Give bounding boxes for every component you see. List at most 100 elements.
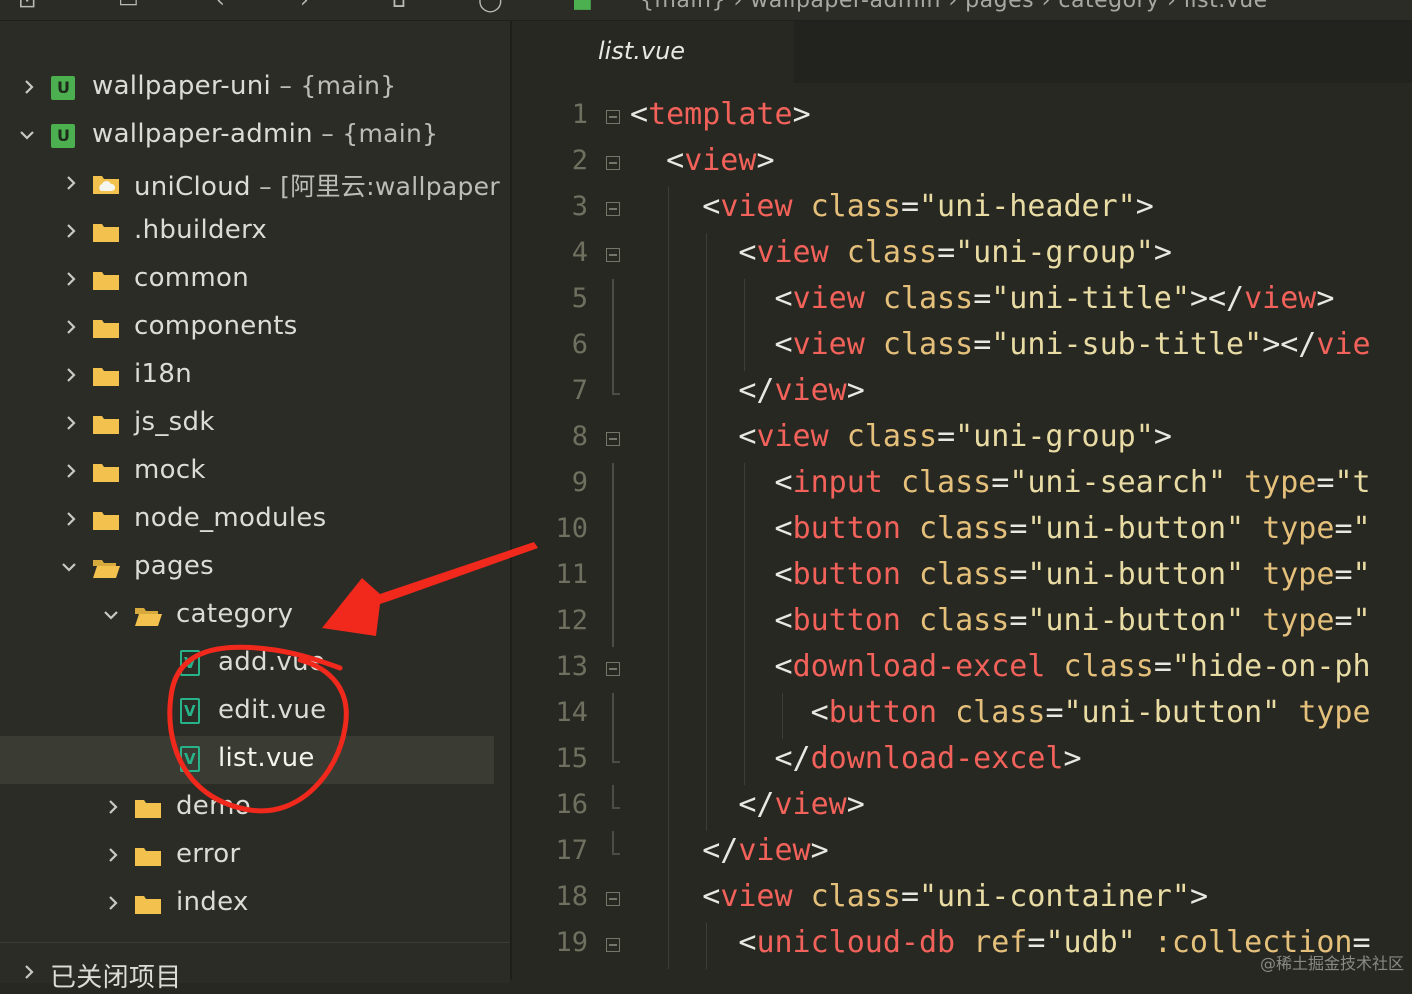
fold-toggle-icon[interactable] — [606, 662, 620, 676]
fold-toggle-icon[interactable] — [606, 202, 620, 216]
chevron-right-icon[interactable] — [104, 798, 122, 816]
fold-line — [612, 463, 614, 509]
code-line[interactable]: 1 <template> — [512, 95, 1412, 141]
project-name: wallpaper-admin — [92, 119, 313, 149]
forward-icon[interactable]: › — [300, 0, 309, 12]
fold-toggle-icon[interactable] — [606, 156, 620, 170]
code-line[interactable]: 2 <view> — [512, 141, 1412, 187]
folder-name: category — [176, 599, 294, 629]
folder-node-modules[interactable]: node_modules — [0, 496, 494, 544]
fold-toggle-icon[interactable] — [606, 938, 620, 952]
project-badge-icon: ■ — [572, 0, 593, 13]
code-line[interactable]: 5 <view class="uni-title"></view> — [512, 279, 1412, 325]
folder-index[interactable]: index — [0, 880, 494, 928]
breadcrumb[interactable]: {main} › wallpaper-admin › pages › categ… — [640, 0, 1268, 13]
code-line[interactable]: 7 </view> — [512, 371, 1412, 417]
folder-name: components — [134, 311, 298, 341]
project-wallpaper-uni[interactable]: U wallpaper-uni – {main} — [0, 64, 494, 112]
folder-name: js_sdk — [134, 407, 215, 437]
line-number: 19 — [555, 927, 588, 958]
fold-end-marker — [612, 853, 620, 855]
line-number: 5 — [571, 283, 588, 314]
folder-icon — [134, 796, 162, 820]
code-line[interactable]: 9 <input class="uni-search" type="t — [512, 463, 1412, 509]
new-file-icon[interactable]: ▭ — [118, 0, 139, 12]
code-line[interactable]: 12 <button class="uni-button" type=" — [512, 601, 1412, 647]
file-add-vue[interactable]: V add.vue — [0, 640, 494, 688]
tab-list-vue[interactable]: list.vue — [512, 21, 794, 83]
chevron-right-icon[interactable] — [62, 174, 80, 192]
chevron-right-icon[interactable] — [62, 222, 80, 240]
fold-toggle-icon[interactable] — [606, 892, 620, 906]
folder-demo[interactable]: demo — [0, 784, 494, 832]
folder-hbuilderx[interactable]: .hbuilderx — [0, 208, 494, 256]
fold-line — [612, 279, 614, 325]
code-line[interactable]: 18 <view class="uni-container"> — [512, 877, 1412, 923]
folder-components[interactable]: components — [0, 304, 494, 352]
chevron-right-icon[interactable] — [62, 318, 80, 336]
folder-name: .hbuilderx — [134, 215, 268, 245]
folder-name: error — [176, 839, 241, 869]
line-number: 14 — [555, 697, 588, 728]
code-line[interactable]: 8 <view class="uni-group"> — [512, 417, 1412, 463]
chevron-down-icon[interactable] — [102, 606, 120, 624]
chevron-right-icon[interactable] — [20, 78, 38, 96]
folder-error[interactable]: error — [0, 832, 494, 880]
folder-i18n[interactable]: i18n — [0, 352, 494, 400]
chevron-right-icon[interactable] — [104, 846, 122, 864]
code-line[interactable]: 3 <view class="uni-header"> — [512, 187, 1412, 233]
fold-toggle-icon[interactable] — [606, 248, 620, 262]
fold-line — [612, 601, 614, 647]
fold-line — [612, 739, 614, 761]
folder-common[interactable]: common — [0, 256, 494, 304]
code-editor[interactable]: list.vue 1 <template> 2 <view> 3 <view c… — [512, 21, 1412, 980]
chevron-down-icon[interactable] — [18, 126, 36, 144]
line-number: 18 — [555, 881, 588, 912]
code-line[interactable]: 15 </download-excel> — [512, 739, 1412, 785]
fold-line — [612, 555, 614, 601]
fold-toggle-icon[interactable] — [606, 110, 620, 124]
line-number: 10 — [555, 513, 588, 544]
folder-mock[interactable]: mock — [0, 448, 494, 496]
fold-end-marker — [612, 807, 620, 809]
file-list-vue[interactable]: V list.vue — [0, 736, 494, 784]
folder-unicloud[interactable]: uniCloud – [阿里云:wallpaper — [0, 160, 500, 208]
chevron-right-icon[interactable] — [62, 366, 80, 384]
code-line[interactable]: 16 </view> — [512, 785, 1412, 831]
folder-name: uniCloud — [134, 172, 251, 202]
code-line[interactable]: 17 </view> — [512, 831, 1412, 877]
chevron-right-icon[interactable] — [104, 894, 122, 912]
fold-toggle-icon[interactable] — [606, 432, 620, 446]
fold-end-marker — [612, 393, 620, 395]
code-line[interactable]: 11 <button class="uni-button" type=" — [512, 555, 1412, 601]
chevron-right-icon[interactable] — [62, 462, 80, 480]
folder-js-sdk[interactable]: js_sdk — [0, 400, 494, 448]
file-edit-vue[interactable]: V edit.vue — [0, 688, 494, 736]
sidebar-toggle-icon[interactable]: ⊡ — [18, 0, 36, 12]
cloud-folder-icon — [92, 172, 120, 196]
chevron-right-icon[interactable] — [62, 510, 80, 528]
folder-pages[interactable]: pages — [0, 544, 494, 592]
line-number: 11 — [555, 559, 588, 590]
chevron-down-icon[interactable] — [60, 558, 78, 576]
closed-projects-label: 已关闭项目 — [50, 963, 182, 993]
code-line[interactable]: 6 <view class="uni-sub-title"></vie — [512, 325, 1412, 371]
run-icon[interactable]: ◯ — [478, 0, 503, 12]
fold-line — [612, 693, 614, 739]
code-line[interactable]: 14 <button class="uni-button" type — [512, 693, 1412, 739]
chevron-right-icon[interactable] — [62, 270, 80, 288]
line-number: 12 — [555, 605, 588, 636]
bookmark-icon[interactable]: ⌂ — [392, 0, 406, 12]
closed-projects-section[interactable]: 已关闭项目 — [0, 942, 510, 993]
project-wallpaper-admin[interactable]: U wallpaper-admin – {main} — [0, 112, 494, 160]
chevron-right-icon[interactable] — [62, 414, 80, 432]
code-line[interactable]: 13 <download-excel class="hide-on-ph — [512, 647, 1412, 693]
code-line[interactable]: 4 <view class="uni-group"> — [512, 233, 1412, 279]
chevron-right-icon[interactable] — [20, 963, 38, 981]
folder-category[interactable]: category — [0, 592, 494, 640]
code-line[interactable]: 10 <button class="uni-button" type=" — [512, 509, 1412, 555]
fold-line — [612, 509, 614, 555]
back-icon[interactable]: ‹ — [216, 0, 225, 12]
folder-name: demo — [176, 791, 251, 821]
line-number: 16 — [555, 789, 588, 820]
